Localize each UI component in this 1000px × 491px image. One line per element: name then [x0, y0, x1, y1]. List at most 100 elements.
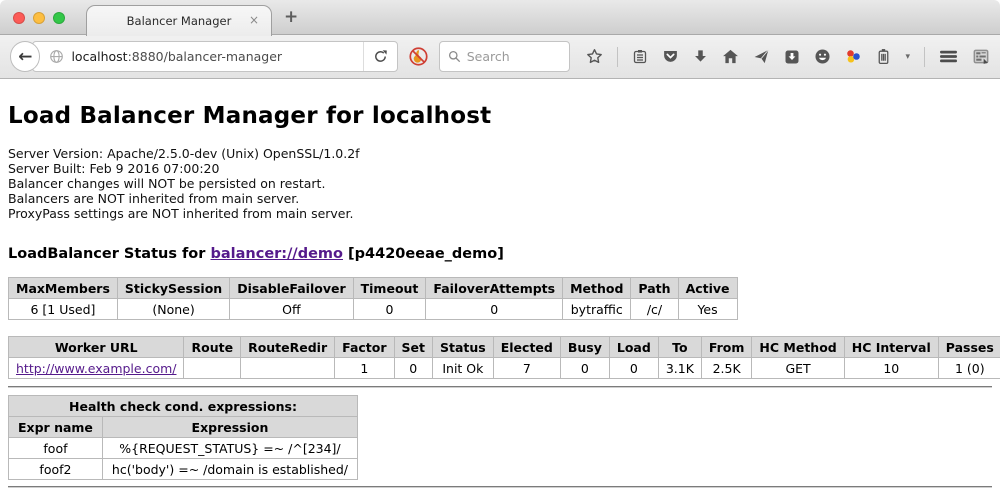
- active-value: Yes: [678, 299, 737, 320]
- stickysession-value: (None): [117, 299, 229, 320]
- colorzilla-icon[interactable]: [845, 48, 862, 65]
- column-header: Status: [433, 337, 494, 358]
- emoji-icon[interactable]: [814, 48, 831, 65]
- menu-icon[interactable]: [939, 49, 958, 64]
- tab-close-icon[interactable]: ×: [249, 14, 259, 26]
- minimize-window-button[interactable]: [33, 12, 45, 24]
- balancer-status-heading: LoadBalancer Status for balancer://demo …: [8, 246, 992, 262]
- hc-interval-value: 10: [844, 358, 938, 379]
- section-divider: [8, 386, 992, 388]
- status-suffix: [p4420eeae_demo]: [343, 246, 504, 262]
- downloads-icon[interactable]: [693, 49, 708, 64]
- column-header: FailoverAttempts: [426, 278, 563, 299]
- traffic-lights: [13, 12, 65, 24]
- column-header: HC Method: [752, 337, 844, 358]
- column-header: Busy: [560, 337, 609, 358]
- server-info: Server Version: Apache/2.5.0-dev (Unix) …: [8, 146, 992, 221]
- page-content: Load Balancer Manager for localhost Serv…: [0, 79, 1000, 490]
- table-row: foof %{REQUEST_STATUS} =~ /^[234]/: [9, 438, 358, 459]
- column-header: Method: [563, 278, 631, 299]
- overflow-caret-icon[interactable]: ▾: [905, 52, 910, 62]
- url-bar[interactable]: localhost:8880/balancer-manager: [32, 41, 397, 72]
- route-value: [184, 358, 241, 379]
- balancer-demo-link[interactable]: balancer://demo: [210, 246, 343, 262]
- routeredir-value: [241, 358, 335, 379]
- close-window-button[interactable]: [13, 12, 25, 24]
- health-check-table: Health check cond. expressions: Expr nam…: [8, 395, 358, 480]
- column-header: Set: [394, 337, 432, 358]
- load-value: 0: [609, 358, 658, 379]
- send-tab-icon[interactable]: [753, 48, 770, 65]
- maxmembers-value: 6 [1 Used]: [9, 299, 118, 320]
- column-header: HC Interval: [844, 337, 938, 358]
- table-row: 6 [1 Used] (None) Off 0 0 bytraffic /c/ …: [9, 299, 738, 320]
- url-path: :8880/balancer-manager: [128, 49, 282, 64]
- column-header: Timeout: [353, 278, 426, 299]
- column-header: Active: [678, 278, 737, 299]
- column-header: To: [658, 337, 701, 358]
- new-tab-button[interactable]: +: [284, 7, 298, 27]
- search-bar[interactable]: Search: [439, 41, 571, 72]
- expr-name-value: foof2: [9, 459, 103, 480]
- set-value: 0: [394, 358, 432, 379]
- server-version-line: Server Version: Apache/2.5.0-dev (Unix) …: [8, 146, 992, 161]
- expression-value: hc('body') =~ /domain is established/: [102, 459, 357, 480]
- url-text: localhost:8880/balancer-manager: [71, 49, 362, 64]
- reload-button[interactable]: [363, 42, 397, 71]
- zoom-window-button[interactable]: [53, 12, 65, 24]
- worker-status-table: Worker URL Route RouteRedir Factor Set S…: [8, 336, 1000, 379]
- disablefailover-value: Off: [230, 299, 353, 320]
- status-value: Init Ok: [433, 358, 494, 379]
- table-header-row: MaxMembers StickySession DisableFailover…: [9, 278, 738, 299]
- flash-block-icon[interactable]: [408, 46, 429, 67]
- bookmarks-menu-icon[interactable]: [632, 49, 648, 65]
- worker-url-link[interactable]: http://www.example.com/: [16, 361, 176, 376]
- search-placeholder: Search: [467, 49, 510, 64]
- table-row: http://www.example.com/ 1 0 Init Ok 7 0 …: [9, 358, 1000, 379]
- table-header-row: Worker URL Route RouteRedir Factor Set S…: [9, 337, 1000, 358]
- worker-url-cell: http://www.example.com/: [9, 358, 184, 379]
- home-icon[interactable]: [722, 48, 739, 65]
- elected-value: 7: [493, 358, 560, 379]
- save-page-icon[interactable]: [784, 49, 800, 65]
- expr-name-value: foof: [9, 438, 103, 459]
- pocket-icon[interactable]: [662, 48, 679, 65]
- navigation-toolbar: ← localhost:8880/balancer-manager: [0, 35, 1000, 79]
- column-header: Route: [184, 337, 241, 358]
- toolbar-separator: [617, 47, 618, 67]
- table-title-row: Health check cond. expressions:: [9, 396, 358, 417]
- expression-value: %{REQUEST_STATUS} =~ /^[234]/: [102, 438, 357, 459]
- to-value: 3.1K: [658, 358, 701, 379]
- column-header: From: [701, 337, 752, 358]
- tab-title: Balancer Manager: [127, 14, 232, 28]
- column-header: Expr name: [9, 417, 103, 438]
- table-row: foof2 hc('body') =~ /domain is establish…: [9, 459, 358, 480]
- column-header: Elected: [493, 337, 560, 358]
- tab-balancer-manager[interactable]: Balancer Manager ×: [86, 5, 272, 36]
- table-header-row: Expr name Expression: [9, 417, 358, 438]
- tab-bar: Balancer Manager × +: [0, 0, 1000, 35]
- server-built-line: Server Built: Feb 9 2016 07:00:20: [8, 161, 992, 176]
- column-header: Load: [609, 337, 658, 358]
- busy-value: 0: [560, 358, 609, 379]
- factor-value: 1: [335, 358, 394, 379]
- battery-icon[interactable]: [876, 48, 891, 65]
- status-prefix: LoadBalancer Status for: [8, 246, 210, 262]
- inherit-notice-line: Balancers are NOT inherited from main se…: [8, 191, 992, 206]
- passes-value: 1 (0): [938, 358, 1000, 379]
- globe-icon: [49, 49, 64, 64]
- column-header: StickySession: [117, 278, 229, 299]
- column-header: Factor: [335, 337, 394, 358]
- health-table-title: Health check cond. expressions:: [9, 396, 358, 417]
- column-header: Expression: [102, 417, 357, 438]
- toolbar-buttons: ▾: [586, 47, 990, 67]
- proxypass-notice-line: ProxyPass settings are NOT inherited fro…: [8, 206, 992, 221]
- bookmark-star-icon[interactable]: [586, 48, 603, 65]
- toolbar-separator: [924, 47, 925, 67]
- hc-method-value: GET: [752, 358, 844, 379]
- persist-notice-line: Balancer changes will NOT be persisted o…: [8, 176, 992, 191]
- browser-window: Balancer Manager × + ← localhost:8880/ba…: [0, 0, 1000, 491]
- search-icon: [448, 50, 461, 63]
- column-header: MaxMembers: [9, 278, 118, 299]
- screenshot-grid-icon[interactable]: [972, 48, 990, 65]
